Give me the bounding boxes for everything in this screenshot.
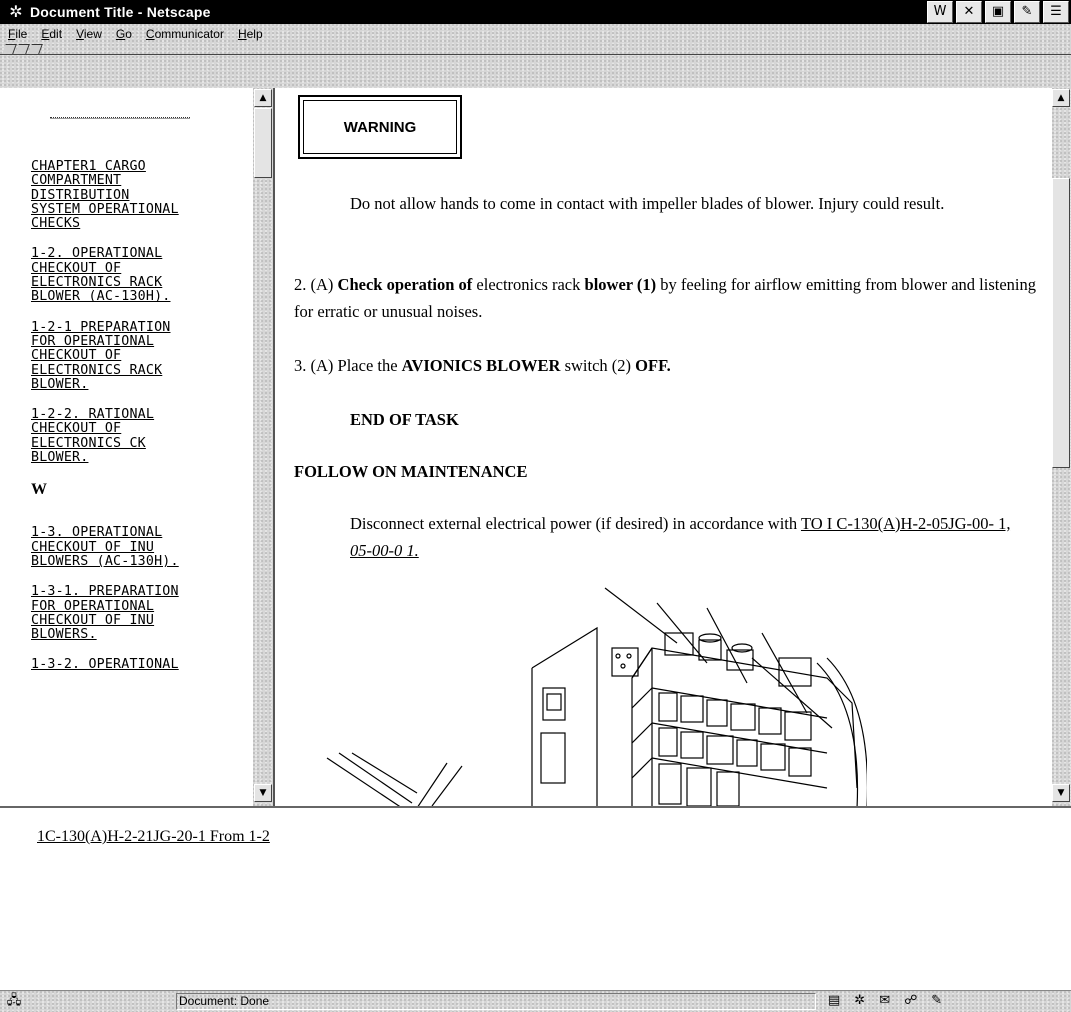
electronics-rack-illustration bbox=[326, 587, 867, 806]
component-bar-icon[interactable]: ▤ bbox=[828, 993, 840, 1009]
step-2-prefix: 2. (A) bbox=[294, 275, 338, 294]
component-bar: ▤ ✲ ✉ ☍ ✎ bbox=[828, 993, 942, 1009]
toc-link-1-2[interactable]: 1-2. OPERATIONAL CHECKOUT OF ELECTRONICS… bbox=[31, 247, 253, 304]
window-control-icon[interactable]: W bbox=[927, 1, 953, 23]
title-bar-controls: W ✕ ▣ ✎ ☰ bbox=[927, 1, 1069, 23]
scroll-up-icon[interactable]: ▲ bbox=[254, 89, 272, 107]
end-of-task: END OF TASK bbox=[350, 410, 459, 429]
status-text: Document: Done bbox=[176, 993, 816, 1010]
follow-on-heading: FOLLOW ON MAINTENANCE bbox=[294, 462, 528, 481]
toc-link-1-2-2[interactable]: 1-2-2. RATIONAL CHECKOUT OF ELECTRONICS … bbox=[31, 407, 253, 465]
step-2-bold-2: blower (1) bbox=[584, 275, 657, 294]
toc-link-chapter1[interactable]: CHAPTER1 CARGO COMPARTMENT DISTRIBUTION … bbox=[31, 159, 253, 231]
toc-scroll-thumb[interactable] bbox=[254, 108, 272, 178]
scroll-down-icon[interactable]: ▼ bbox=[254, 784, 272, 802]
toc-list: CHAPTER1 CARGO COMPARTMENT DISTRIBUTION … bbox=[31, 159, 253, 689]
warning-label: WARNING bbox=[303, 100, 457, 154]
follow-on-link-text: TO I C-130(A)H-2-05JG-00- 1, bbox=[800, 514, 1011, 533]
menu-view[interactable]: View bbox=[74, 27, 104, 41]
security-lock-icon[interactable]: 🖧 bbox=[3, 993, 25, 1009]
menu-bar: File Edit View Go Communicator Help bbox=[0, 24, 1071, 44]
step-3: 3. (A) Place the AVIONICS BLOWER switch … bbox=[294, 352, 1034, 379]
content-scrollbar[interactable]: ▲ ▼ bbox=[1052, 88, 1071, 806]
close-icon[interactable]: ✕ bbox=[956, 1, 982, 23]
list-icon[interactable]: ☰ bbox=[1043, 1, 1069, 23]
composer-icon[interactable]: ✎ bbox=[931, 993, 942, 1009]
tab-3[interactable] bbox=[28, 44, 43, 54]
follow-on-text: Disconnect external electrical power (if… bbox=[350, 510, 1020, 564]
toc-content: CHAPTER1 CARGO COMPARTMENT DISTRIBUTION … bbox=[0, 88, 253, 806]
edit-icon[interactable]: ✎ bbox=[1014, 1, 1040, 23]
toc-letter: W bbox=[31, 481, 47, 499]
step-2: 2. (A) Check operation of electronics ra… bbox=[294, 271, 1044, 325]
content-frame: WARNING Do not allow hands to come in co… bbox=[277, 88, 1071, 806]
step-2-bold-1: Check operation of bbox=[337, 275, 473, 294]
step-3-bold-1: AVIONICS BLOWER bbox=[401, 356, 561, 375]
step-3-mid: switch (2) bbox=[560, 356, 636, 375]
menu-communicator[interactable]: Communicator bbox=[144, 27, 226, 41]
window-title: Document Title - Netscape bbox=[30, 4, 211, 20]
warning-box: WARNING bbox=[298, 95, 462, 159]
discussion-icon[interactable]: ☍ bbox=[904, 993, 917, 1009]
follow-on-link-italic: 05-00-0 1. bbox=[350, 541, 419, 560]
menu-edit[interactable]: Edit bbox=[39, 27, 64, 41]
scroll-down-icon[interactable]: ▼ bbox=[1052, 784, 1070, 802]
content-scroll-thumb[interactable] bbox=[1052, 178, 1070, 468]
scroll-up-icon[interactable]: ▲ bbox=[1052, 89, 1070, 107]
follow-on-body: Disconnect external electrical power (if… bbox=[350, 514, 801, 533]
toc-link-1-3-2[interactable]: 1-3-2. OPERATIONAL bbox=[31, 658, 253, 673]
navigator-icon[interactable]: ✲ bbox=[854, 993, 865, 1009]
tab-row bbox=[0, 44, 43, 54]
status-bar: 🖧 Document: Done ▤ ✲ ✉ ☍ ✎ bbox=[0, 990, 1071, 1012]
step-3-bold-2: OFF. bbox=[635, 356, 671, 375]
frame-tab-strip bbox=[0, 44, 1071, 88]
title-bar[interactable]: ✲ Document Title - Netscape W ✕ ▣ ✎ ☰ bbox=[0, 0, 1071, 24]
menu-file[interactable]: File bbox=[6, 27, 29, 41]
warning-text: Do not allow hands to come in contact wi… bbox=[350, 194, 945, 213]
step-2-mid: electronics rack bbox=[472, 275, 585, 294]
menu-go[interactable]: Go bbox=[114, 27, 134, 41]
document-content: WARNING Do not allow hands to come in co… bbox=[277, 88, 1052, 806]
toc-divider bbox=[50, 117, 190, 119]
toc-frame: CHAPTER1 CARGO COMPARTMENT DISTRIBUTION … bbox=[0, 88, 275, 806]
toc-scrollbar[interactable]: ▲ ▼ bbox=[253, 88, 273, 806]
netscape-icon: ✲ bbox=[9, 2, 23, 21]
toc-link-1-3[interactable]: 1-3. OPERATIONAL CHECKOUT OF INU BLOWERS… bbox=[31, 526, 253, 569]
bottom-frame: 1C-130(A)H-2-21JG-20-1 From 1-2 bbox=[0, 806, 1071, 990]
mail-icon[interactable]: ✉ bbox=[879, 993, 890, 1009]
menu-help[interactable]: Help bbox=[236, 27, 265, 41]
toc-link-1-3-1[interactable]: 1-3-1. PREPARATION FOR OPERATIONAL CHECK… bbox=[31, 585, 253, 642]
step-3-prefix: 3. (A) Place the bbox=[294, 356, 402, 375]
maximize-icon[interactable]: ▣ bbox=[985, 1, 1011, 23]
tab-baseline bbox=[0, 54, 1071, 55]
toc-link-1-2-1[interactable]: 1-2-1 PREPARATION FOR OPERATIONAL CHECKO… bbox=[31, 320, 253, 392]
from-reference-link[interactable]: 1C-130(A)H-2-21JG-20-1 From 1-2 bbox=[37, 828, 270, 846]
